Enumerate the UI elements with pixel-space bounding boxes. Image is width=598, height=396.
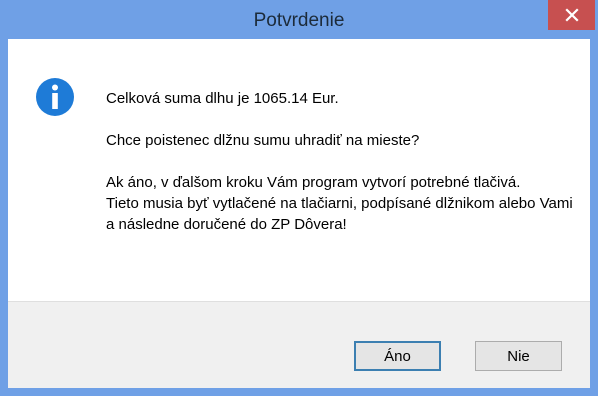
message-next-step: Ak áno, v ďalšom kroku Vám program vytvo…	[106, 174, 521, 191]
info-icon	[36, 78, 74, 116]
confirmation-dialog: Potvrdenie Celková suma dlhu je 1065.14 …	[0, 0, 598, 396]
message-print-instruction: Tieto musia byť vytlačené na tlačiarni, …	[106, 195, 573, 212]
yes-button[interactable]: Áno	[354, 341, 441, 371]
button-bar: Áno Nie	[8, 301, 590, 388]
close-button[interactable]	[548, 0, 595, 30]
dialog-title: Potvrdenie	[253, 10, 345, 31]
title-bar[interactable]: Potvrdenie	[0, 0, 598, 39]
message-question: Chce poistenec dlžnu sumu uhradiť na mie…	[106, 132, 420, 149]
dialog-body: Celková suma dlhu je 1065.14 Eur. Chce p…	[8, 39, 590, 388]
message-delivery-instruction: a následne doručené do ZP Dôvera!	[106, 216, 347, 233]
close-icon	[564, 8, 579, 22]
no-button[interactable]: Nie	[475, 341, 562, 371]
message-total-debt: Celková suma dlhu je 1065.14 Eur.	[106, 90, 339, 107]
message-text: Celková suma dlhu je 1065.14 Eur. Chce p…	[106, 88, 576, 235]
